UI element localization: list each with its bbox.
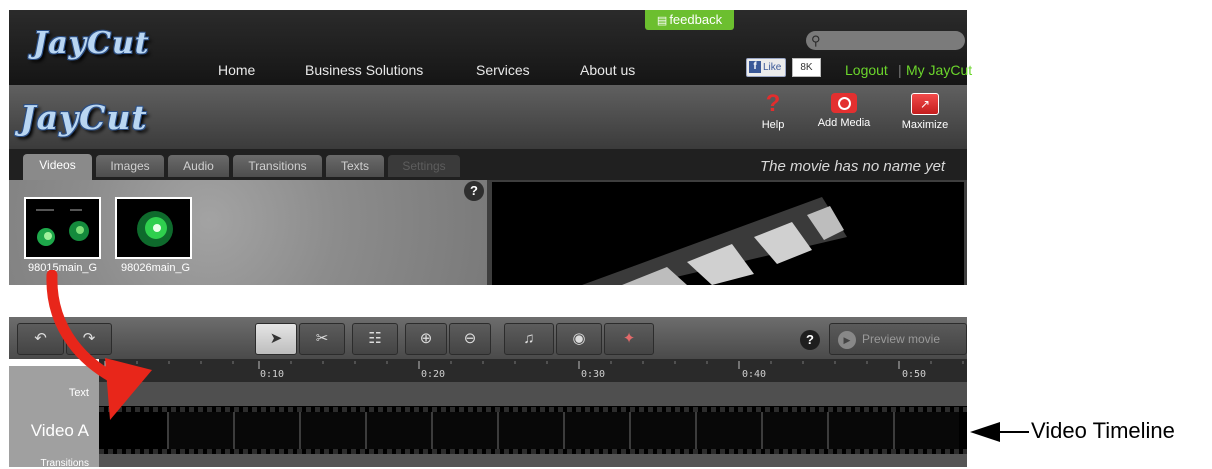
help-button[interactable]: ? Help	[758, 90, 788, 132]
cut-tool-button[interactable]: ✂	[299, 323, 345, 355]
film-frame	[761, 412, 827, 449]
drag-arrow-annotation	[46, 270, 152, 420]
pointer-icon: ➤	[269, 330, 283, 347]
thumbnail-image	[137, 211, 173, 247]
fb-like-count: 8K	[792, 58, 821, 77]
tab-images[interactable]: Images	[96, 155, 164, 177]
mixer-button[interactable]: ☷	[352, 323, 398, 355]
zoom-out-icon: ⊖	[463, 330, 477, 347]
scissors-icon: ✂	[315, 330, 329, 347]
film-frame	[563, 412, 629, 449]
track-label-transitions: Transitions	[40, 458, 89, 469]
help-icon: ?	[765, 90, 781, 117]
film-frame	[365, 412, 431, 449]
sliders-icon: ☷	[368, 330, 382, 347]
text-track[interactable]	[99, 382, 967, 406]
tab-videos[interactable]: Videos	[23, 154, 92, 180]
zoom-in-icon: ⊕	[419, 330, 433, 347]
maximize-icon: ↗	[911, 93, 939, 115]
maximize-button[interactable]: ↗ Maximize	[900, 93, 950, 131]
select-tool-button[interactable]: ➤	[255, 323, 297, 355]
annotation-label: Video Timeline	[1031, 418, 1175, 443]
preview-movie-label: Preview movie	[862, 332, 941, 346]
film-frame	[299, 412, 365, 449]
tab-texts[interactable]: Texts	[326, 155, 384, 177]
film-frame	[695, 412, 761, 449]
record-voice-button[interactable]: ♫	[504, 323, 554, 355]
ruler-ticks	[104, 361, 964, 369]
timeline-help-icon[interactable]: ?	[800, 330, 820, 350]
transitions-track[interactable]	[99, 454, 967, 467]
film-frame	[431, 412, 497, 449]
thumbnail-image	[36, 209, 89, 246]
timeline-ruler[interactable]	[99, 359, 967, 382]
record-webcam-button[interactable]: ◉	[556, 323, 602, 355]
search-icon: ⚲	[811, 33, 821, 48]
my-jaycut-link[interactable]: My JayCut	[906, 62, 972, 78]
nav-home[interactable]: Home	[218, 62, 255, 78]
tab-settings: Settings	[388, 155, 460, 177]
film-frame	[167, 412, 233, 449]
film-frame	[233, 412, 299, 449]
logout-link[interactable]: Logout	[845, 62, 888, 78]
nav-business-solutions[interactable]: Business Solutions	[305, 62, 423, 78]
editor-logo: JayCut	[20, 98, 148, 137]
tab-transitions[interactable]: Transitions	[233, 155, 322, 177]
film-frame	[827, 412, 893, 449]
nav-about-us[interactable]: About us	[580, 62, 635, 78]
add-media-label: Add Media	[817, 117, 871, 129]
annotation-arrow-line	[999, 431, 1029, 433]
film-frame	[497, 412, 563, 449]
film-frame	[629, 412, 695, 449]
ruler-tick-label: 0:30	[581, 369, 606, 380]
facebook-icon: f	[749, 61, 761, 73]
zoom-in-button[interactable]: ⊕	[405, 323, 447, 355]
chat-icon: ▤	[656, 15, 668, 27]
ruler-tick-label: 0:10	[260, 369, 285, 380]
media-thumbnail-1[interactable]	[24, 197, 101, 259]
magic-wand-icon: ✦	[622, 330, 636, 347]
feedback-button[interactable]: ▤ feedback	[645, 10, 734, 30]
feedback-label: feedback	[669, 12, 723, 27]
play-icon: ▶	[838, 330, 856, 349]
link-separator: |	[898, 62, 902, 78]
search-input[interactable]	[806, 31, 965, 50]
facebook-like-button[interactable]: f Like	[746, 58, 786, 77]
preview-movie-button[interactable]: ▶ Preview movie	[829, 323, 967, 355]
media-thumbnail-2[interactable]	[115, 197, 192, 259]
annotation-arrowhead	[970, 422, 1000, 442]
help-label: Help	[761, 119, 785, 131]
nav-services[interactable]: Services	[476, 62, 530, 78]
camera-plus-icon	[831, 93, 857, 113]
effects-button[interactable]: ✦	[604, 323, 654, 355]
maximize-label: Maximize	[901, 119, 949, 131]
media-help-icon[interactable]: ?	[464, 181, 484, 201]
add-media-button[interactable]: Add Media	[815, 93, 873, 129]
site-logo[interactable]: JayCut	[33, 26, 150, 61]
movie-name[interactable]: The movie has no name yet	[760, 158, 945, 175]
ruler-tick-label: 0:40	[742, 369, 767, 380]
fb-like-label: Like	[763, 62, 782, 73]
microphone-icon: ♫	[523, 330, 535, 347]
ruler-tick-label: 0:50	[902, 369, 927, 380]
clapperboard-placeholder	[582, 197, 847, 285]
zoom-out-button[interactable]: ⊖	[449, 323, 491, 355]
ruler-tick-label: 0:20	[421, 369, 446, 380]
film-frame	[893, 412, 959, 449]
preview-screen[interactable]	[492, 182, 964, 285]
webcam-icon: ◉	[572, 330, 586, 347]
tab-audio[interactable]: Audio	[168, 155, 229, 177]
